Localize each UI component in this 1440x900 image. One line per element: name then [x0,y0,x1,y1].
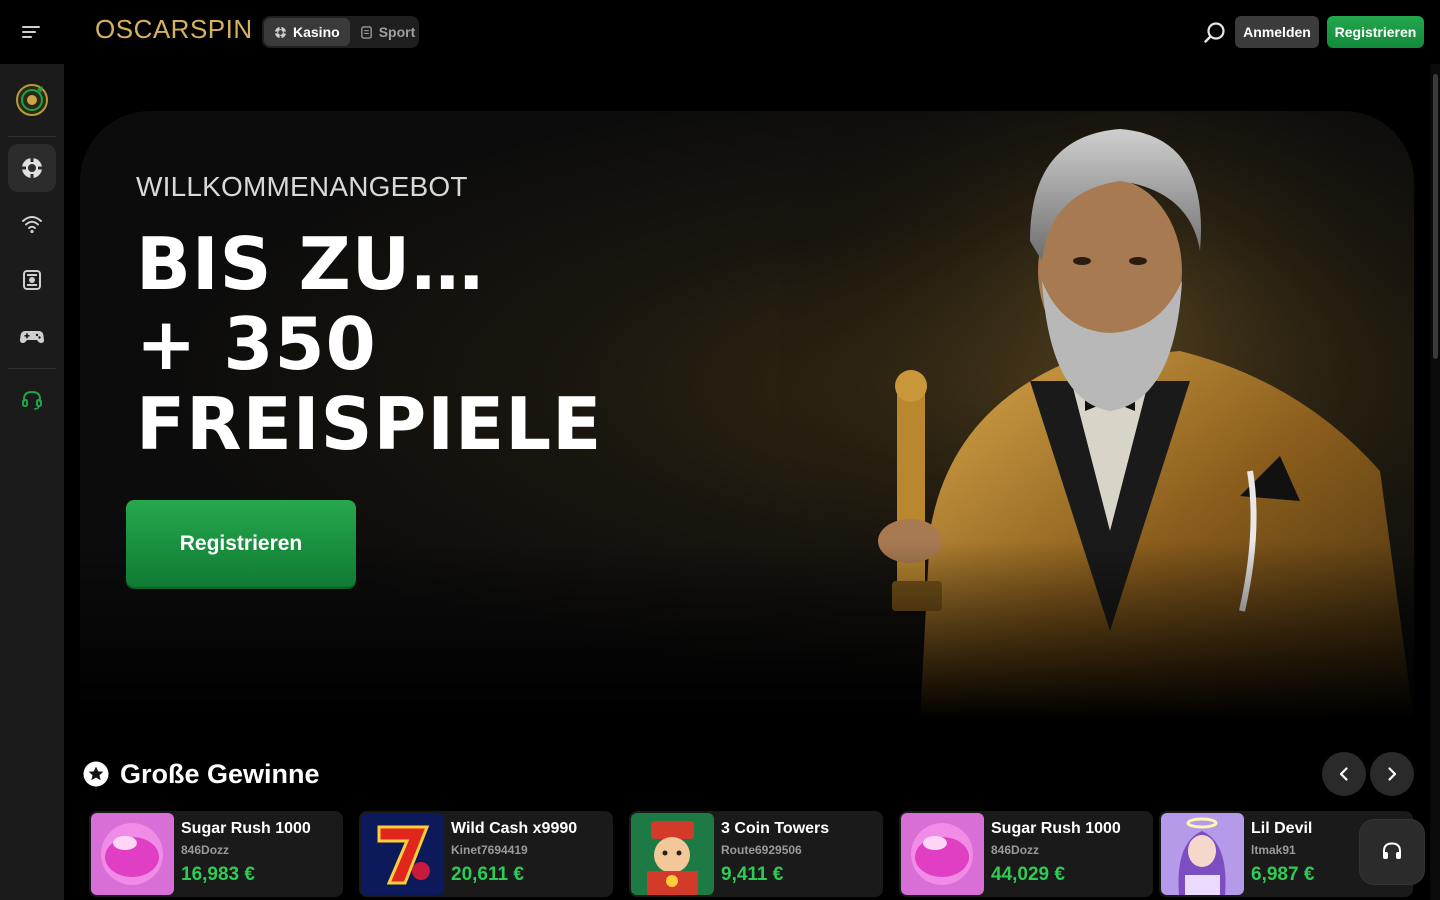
carousel-prev-button[interactable] [1322,752,1366,796]
oscar-chip-icon [16,84,48,116]
hero-headline-line1: BIS ZU… [136,222,485,306]
menu-icon[interactable] [14,16,50,48]
sidebar-item-sport[interactable] [8,256,56,304]
win-game-name: Lil Devil [1251,820,1313,837]
headset-icon [1383,842,1401,859]
sidebar [0,64,64,900]
register-button[interactable]: Registrieren [1327,16,1424,48]
tab-kasino-label: Kasino [293,24,340,40]
game-thumbnail-angel [1161,813,1244,895]
win-game-name: Sugar Rush 1000 [181,820,311,837]
win-card[interactable]: Sugar Rush 1000 846Dozz 44,029 € [899,811,1153,897]
oscarspin-logo[interactable]: OSCARSPIN [95,14,253,45]
win-game-name: Sugar Rush 1000 [991,820,1121,837]
hero-headline-line3: FREISPIELE [136,382,603,466]
sidebar-item-support[interactable] [8,376,56,424]
sport-ticket-icon [360,25,372,39]
search-icon[interactable] [1202,20,1228,46]
win-amount: 16,983 € [181,864,255,885]
hero-register-button[interactable]: Registrieren [126,500,356,587]
carousel-next-button[interactable] [1370,752,1414,796]
welcome-banner[interactable]: WILLKOMMENANGEBOT BIS ZU… + 350 FREISPIE… [80,111,1414,721]
tab-kasino[interactable]: Kasino [264,18,350,46]
sidebar-divider [8,368,56,369]
top-header: OSCARSPIN Kasino Sport Anmelden Registri… [0,0,1440,64]
game-thumbnail-candy [91,813,174,895]
sidebar-item-games[interactable] [8,312,56,360]
win-card[interactable]: Sugar Rush 1000 846Dozz 16,983 € [89,811,343,897]
login-button[interactable]: Anmelden [1235,16,1319,48]
scrollbar-thumb[interactable] [1433,74,1438,359]
ticket-icon [23,270,41,290]
win-card[interactable]: 3 Coin Towers Route6929506 9,411 € [629,811,883,897]
casino-chip-icon [22,158,42,178]
sidebar-item-oscar[interactable] [8,76,56,124]
win-username: 846Dozz [181,843,230,857]
mode-switch: Kasino Sport [262,16,419,48]
chevron-right-icon [1388,767,1397,781]
hero-subtitle: WILLKOMMENANGEBOT [136,171,468,202]
win-game-name: Wild Cash x9990 [451,820,578,837]
win-game-name: 3 Coin Towers [721,820,830,837]
support-chat-button[interactable] [1360,820,1424,884]
win-username: 846Dozz [991,843,1040,857]
sidebar-item-live[interactable] [8,200,56,248]
chevron-left-icon [1339,767,1348,781]
gamepad-icon [20,331,44,343]
sidebar-divider [8,136,56,137]
page-scrollbar[interactable] [1430,64,1440,900]
game-thumbnail-candy [901,813,984,895]
win-username: Route6929506 [721,843,802,857]
win-amount: 9,411 € [721,864,784,885]
win-amount: 44,029 € [991,864,1065,885]
tab-sport[interactable]: Sport [350,18,426,46]
poker-chip-icon [274,25,287,39]
star-icon [83,761,109,787]
big-wins-title: Große Gewinne [120,758,320,789]
win-username: Kinet7694419 [451,843,528,857]
win-card[interactable]: Wild Cash x9990 Kinet7694419 20,611 € [359,811,613,897]
win-amount: 6,987 € [1251,864,1315,885]
support-headset-icon [22,390,42,410]
live-signal-icon [22,216,42,234]
game-thumbnail-fortune [631,813,714,895]
hero-headline-line2: + 350 [136,302,377,386]
win-username: ltmak91 [1251,843,1296,857]
big-wins-heading: Große Gewinne [83,757,320,791]
game-thumbnail-seven [361,813,444,895]
sidebar-item-casino[interactable] [8,144,56,192]
win-amount: 20,611 € [451,864,524,885]
tab-sport-label: Sport [378,24,416,40]
